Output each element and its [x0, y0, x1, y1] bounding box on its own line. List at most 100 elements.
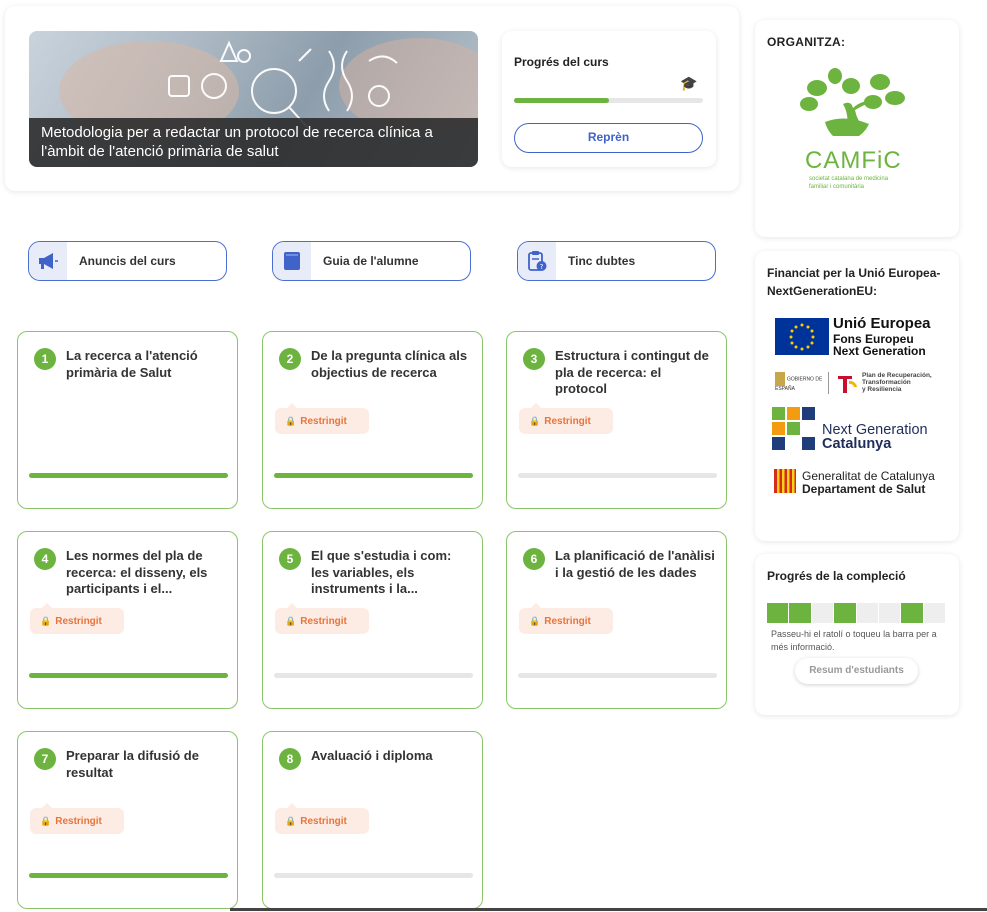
- lock-icon: 🔒: [40, 816, 52, 826]
- funding-title: Financiat per la Unió Europea-NextGenera…: [767, 266, 941, 298]
- svg-text:CAMFiC: CAMFiC: [805, 147, 902, 174]
- coat-of-arms-icon: [775, 372, 785, 386]
- questions-button[interactable]: ? Tinc dubtes: [517, 241, 716, 281]
- graduation-cap-icon: 🎓: [680, 75, 698, 91]
- recovery-plan-line-2: Transformación: [862, 379, 911, 386]
- module-title[interactable]: Preparar la difusió de resultat: [66, 748, 226, 781]
- course-hero-image[interactable]: Metodologia per a redactar un protocol d…: [29, 31, 478, 167]
- module-number-badge: 1: [34, 348, 56, 370]
- completion-segment-1[interactable]: [767, 603, 789, 623]
- restricted-label: Restringit: [300, 616, 347, 627]
- student-guide-button[interactable]: Guia de l'alumne: [272, 241, 471, 281]
- completion-segment-4[interactable]: [834, 603, 856, 623]
- book-icon: [273, 242, 311, 280]
- svg-text:familiar i comunitària: familiar i comunitària: [809, 184, 865, 190]
- recovery-plan-icon: [838, 376, 857, 393]
- module-progress-fill: [274, 473, 473, 478]
- module-card-4[interactable]: 4 Les normes del pla de recerca: el disse…: [17, 531, 238, 709]
- eu-logo: [775, 318, 829, 360]
- student-guide-label: Guia de l'alumne: [323, 254, 419, 268]
- completion-segment-8[interactable]: [923, 603, 945, 623]
- spain-government-logo: GOBIERNO DE ESPAÑA: [775, 372, 825, 392]
- generalitat-logo-icon: [774, 469, 796, 493]
- course-announcements-button[interactable]: Anuncis del curs: [28, 241, 227, 281]
- module-progress-bar: [29, 473, 228, 478]
- lock-icon: 🔒: [529, 416, 541, 426]
- module-number-badge: 4: [34, 548, 56, 570]
- completion-progress-bar[interactable]: [767, 603, 945, 623]
- module-card-5[interactable]: 5 El que s'estudia i com: les variables, …: [262, 531, 483, 709]
- module-progress-bar: [29, 873, 228, 878]
- module-card-6[interactable]: 6 La planificació de l'anàlisi i la gesti…: [506, 531, 727, 709]
- module-number-badge: 7: [34, 748, 56, 770]
- recovery-plan-text: Plan de Recuperación, Transformación y R…: [862, 372, 932, 393]
- module-progress-fill: [29, 673, 228, 678]
- student-summary-button[interactable]: Resum d'estudiants: [795, 658, 918, 684]
- module-title[interactable]: De la pregunta clínica als objectius de …: [311, 348, 471, 381]
- module-progress-bar: [29, 673, 228, 678]
- module-number-badge: 8: [279, 748, 301, 770]
- course-announcements-label: Anuncis del curs: [79, 254, 176, 268]
- restricted-label: Restringit: [55, 616, 102, 627]
- organizer-title: ORGANITZA:: [767, 35, 846, 49]
- recovery-plan-line-3: y Resiliencia: [862, 386, 902, 393]
- module-progress-bar: [274, 873, 473, 878]
- module-card-1[interactable]: 1 La recerca a l'atenció primària de Salu…: [17, 331, 238, 509]
- module-progress-bar: [518, 673, 717, 678]
- restricted-label: Restringit: [300, 816, 347, 827]
- restricted-label: Restringit: [544, 416, 591, 427]
- eu-next-gen: Next Generation: [833, 344, 926, 358]
- completion-segment-2[interactable]: [789, 603, 811, 623]
- questions-label: Tinc dubtes: [568, 254, 636, 268]
- svg-text:?: ?: [540, 263, 544, 271]
- ngc-line-2: Catalunya: [822, 436, 892, 452]
- lock-icon: 🔒: [285, 416, 297, 426]
- module-card-3[interactable]: 3 Estructura i contingut de pla de recerc…: [506, 331, 727, 509]
- clipboard-question-icon: ?: [518, 242, 556, 280]
- module-title[interactable]: Estructura i contingut de pla de recerca…: [555, 348, 715, 398]
- course-progress-card: Progrés del curs 🎓 Reprèn: [502, 31, 716, 167]
- course-title[interactable]: Metodologia per a redactar un protocol d…: [29, 118, 478, 167]
- restricted-label: Restringit: [544, 616, 591, 627]
- restricted-badge: 🔒 Restringit: [275, 403, 369, 434]
- module-title[interactable]: Avaluació i diploma: [311, 748, 471, 765]
- svg-text:societat catalana de medicina: societat catalana de medicina: [809, 176, 889, 182]
- restricted-badge: 🔒 Restringit: [30, 803, 124, 834]
- module-number-badge: 5: [279, 548, 301, 570]
- module-progress-bar: [274, 673, 473, 678]
- module-progress-fill: [29, 873, 228, 878]
- page-bottom-border: [230, 908, 987, 911]
- recovery-plan-line-1: Plan de Recuperación,: [862, 372, 932, 379]
- completion-segment-5[interactable]: [856, 603, 878, 623]
- course-progress-bar: [514, 98, 703, 103]
- restricted-badge: 🔒 Restringit: [519, 603, 613, 634]
- module-title[interactable]: La recerca a l'atenció primària de Salut: [66, 348, 226, 381]
- module-progress-bar: [518, 473, 717, 478]
- module-number-badge: 6: [523, 548, 545, 570]
- module-card-2[interactable]: 2 De la pregunta clínica als objectius de…: [262, 331, 483, 509]
- module-title[interactable]: La planificació de l'anàlisi i la gestió…: [555, 548, 715, 581]
- module-progress-bar: [274, 473, 473, 478]
- completion-help-text: Passeu-hi el ratolí o toqueu la barra pe…: [771, 629, 937, 652]
- module-title[interactable]: El que s'estudia i com: les variables, e…: [311, 548, 471, 598]
- megaphone-icon: [29, 242, 67, 280]
- completion-segment-3[interactable]: [811, 603, 834, 623]
- module-card-7[interactable]: 7 Preparar la difusió de resultat 🔒 Restrin…: [17, 731, 238, 909]
- module-title[interactable]: Les normes del pla de recerca: el dissen…: [66, 548, 226, 598]
- restricted-badge: 🔒 Restringit: [275, 603, 369, 634]
- completion-title: Progrés de la compleció: [767, 569, 906, 583]
- restricted-label: Restringit: [300, 416, 347, 427]
- logo-divider: [828, 372, 829, 394]
- completion-segment-7[interactable]: [901, 603, 923, 623]
- completion-segment-6[interactable]: [878, 603, 901, 623]
- restricted-badge: 🔒 Restringit: [275, 803, 369, 834]
- module-number-badge: 2: [279, 348, 301, 370]
- organizer-card: ORGANITZA: CAMFiC societat catalana de m…: [755, 20, 959, 237]
- eu-title: Unió Europea: [833, 315, 931, 332]
- restricted-badge: 🔒 Restringit: [30, 603, 124, 634]
- lock-icon: 🔒: [529, 616, 541, 626]
- module-card-8[interactable]: 8 Avaluació i diploma 🔒 Restringit: [262, 731, 483, 909]
- camfic-logo: CAMFiC societat catalana de medicina fam…: [800, 68, 905, 190]
- resume-button[interactable]: Reprèn: [514, 123, 703, 153]
- lock-icon: 🔒: [285, 616, 297, 626]
